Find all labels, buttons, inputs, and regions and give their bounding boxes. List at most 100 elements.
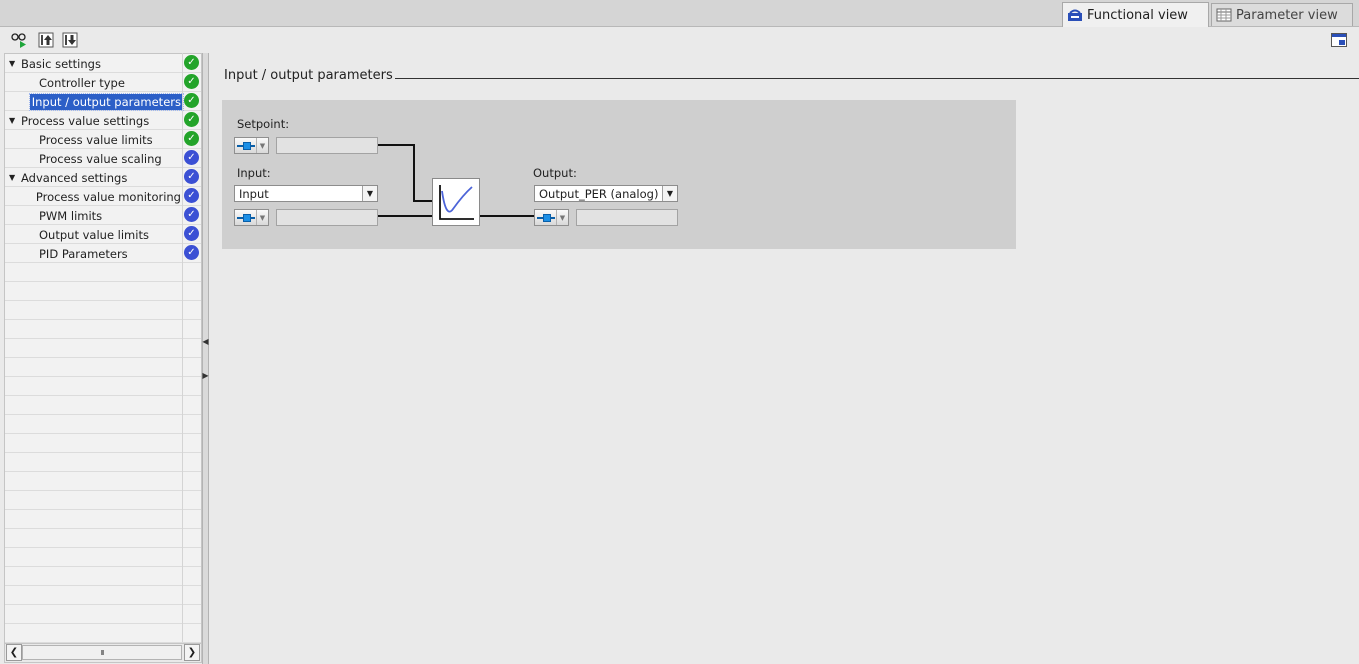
tree-item-label: Input / output parameters (28, 92, 185, 111)
scroll-thumb-grip: III (100, 648, 104, 657)
status-ok-icon: ✓ (184, 131, 199, 146)
tree-item[interactable]: Input / output parameters (5, 92, 185, 111)
status-default-icon: ✓ (184, 169, 199, 184)
tree-grid-line (5, 452, 201, 453)
status-default-icon: ✓ (184, 188, 199, 203)
input-connect-button[interactable]: ▼ (234, 209, 269, 226)
expand-caret-icon[interactable]: ▼ (9, 173, 19, 182)
tree-item-label: Process value settings (21, 113, 150, 128)
output-type-value: Output_PER (analog) (539, 186, 659, 201)
connector-icon (543, 214, 551, 222)
chevron-right-icon: ❯ (187, 647, 197, 658)
input-source-select[interactable]: Input ▼ (234, 185, 378, 202)
chevron-left-icon: ❮ (9, 647, 19, 658)
input-source-value: Input (239, 186, 269, 201)
status-default-icon: ✓ (184, 245, 199, 260)
tab-parameter-label: Parameter view (1236, 7, 1338, 23)
scroll-thumb[interactable]: III (22, 645, 182, 660)
chevron-down-icon[interactable]: ▼ (662, 186, 677, 201)
triangle-left-icon: ◀ (202, 336, 209, 346)
show-hide-icon (11, 33, 26, 48)
output-connect-button[interactable]: ▼ (534, 209, 569, 226)
input-label: Input: (237, 166, 271, 180)
scroll-right-button[interactable]: ❯ (184, 644, 200, 661)
tree-item-label: Process value monitoring (35, 189, 181, 204)
input-field[interactable] (276, 209, 378, 226)
tree-grid-line (5, 357, 201, 358)
dropdown-arrow-icon: ▼ (256, 138, 268, 153)
tree-grid-line (5, 300, 201, 301)
input-wire (378, 215, 433, 217)
setpoint-field[interactable] (276, 137, 378, 154)
tree-grid-line (5, 585, 201, 586)
output-label: Output: (533, 166, 577, 180)
tree-item[interactable]: Process value scaling (5, 149, 183, 168)
output-type-select[interactable]: Output_PER (analog) ▼ (534, 185, 678, 202)
tree-grid-line (5, 509, 201, 510)
triangle-right-icon: ▶ (202, 370, 209, 380)
panel-settings-icon[interactable] (1331, 33, 1347, 47)
tree-grid-line (5, 319, 201, 320)
dropdown-arrow-icon: ▼ (556, 210, 568, 225)
tree-item[interactable]: PID Parameters (5, 244, 183, 263)
expand-right-button[interactable]: ▶ (202, 366, 209, 384)
status-default-icon: ✓ (184, 226, 199, 241)
tree-grid-line (5, 604, 201, 605)
tree-item-label: Process value scaling (39, 151, 162, 166)
expand-caret-icon[interactable]: ▼ (9, 116, 19, 125)
tree-item[interactable]: ▼ Advanced settings (5, 168, 183, 187)
status-ok-icon: ✓ (184, 55, 199, 70)
move-up-icon (38, 32, 54, 48)
tree-grid-line (5, 623, 201, 624)
setpoint-label: Setpoint: (237, 117, 290, 131)
tree-item-label: Process value limits (39, 132, 153, 147)
step-response-icon (439, 185, 474, 220)
collapse-left-button[interactable]: ◀ (202, 332, 209, 350)
tree-item[interactable]: Controller type (5, 73, 183, 92)
tree-grid-line (5, 528, 201, 529)
chevron-down-icon[interactable]: ▼ (362, 186, 377, 201)
setpoint-wire (378, 144, 415, 146)
tree-item[interactable]: ▼ Process value settings (5, 111, 183, 130)
panel-splitter[interactable] (202, 53, 209, 664)
tab-parameter-view[interactable]: Parameter view (1211, 3, 1353, 26)
tree-item[interactable]: Output value limits (5, 225, 183, 244)
setpoint-connect-button[interactable]: ▼ (234, 137, 269, 154)
io-diagram (222, 100, 1016, 249)
section-divider (395, 78, 1359, 79)
tree-grid-line (5, 471, 201, 472)
tree-item[interactable]: PWM limits (5, 206, 183, 225)
tab-functional-view[interactable]: Functional view (1062, 2, 1209, 27)
connector-icon (243, 214, 251, 222)
status-default-icon: ✓ (184, 150, 199, 165)
tree-item-label: Controller type (39, 75, 125, 90)
status-ok-icon: ✓ (184, 112, 199, 127)
tree-item[interactable]: Process value monitoring (5, 187, 183, 206)
scroll-left-button[interactable]: ❮ (6, 644, 22, 661)
output-field[interactable] (576, 209, 678, 226)
status-default-icon: ✓ (184, 207, 199, 222)
tree-grid-line (5, 490, 201, 491)
setpoint-wire-vertical (413, 144, 415, 202)
tree-grid-line (5, 338, 201, 339)
tree-grid-line (5, 281, 201, 282)
settings-tree: ▼ Basic settings Controller type Input / ou… (4, 53, 202, 663)
move-down-button[interactable] (62, 31, 80, 49)
tree-grid-line (5, 547, 201, 548)
tree-grid-line (5, 566, 201, 567)
pid-controller-block (432, 178, 480, 226)
connector-icon (243, 142, 251, 150)
dropdown-arrow-icon: ▼ (256, 210, 268, 225)
tree-item[interactable]: ▼ Basic settings (5, 54, 183, 73)
tree-item[interactable]: Process value limits (5, 130, 183, 149)
section-title: Input / output parameters (224, 68, 393, 83)
expand-caret-icon[interactable]: ▼ (9, 59, 19, 68)
tree-grid-line (5, 395, 201, 396)
tree-grid-line (5, 376, 201, 377)
tab-functional-label: Functional view (1087, 7, 1188, 23)
tree-item-label: Basic settings (21, 56, 101, 71)
setpoint-wire-to-block (413, 200, 433, 202)
move-up-button[interactable] (38, 31, 56, 49)
show-hide-button[interactable] (10, 31, 28, 49)
tree-item-label: PWM limits (39, 208, 103, 223)
